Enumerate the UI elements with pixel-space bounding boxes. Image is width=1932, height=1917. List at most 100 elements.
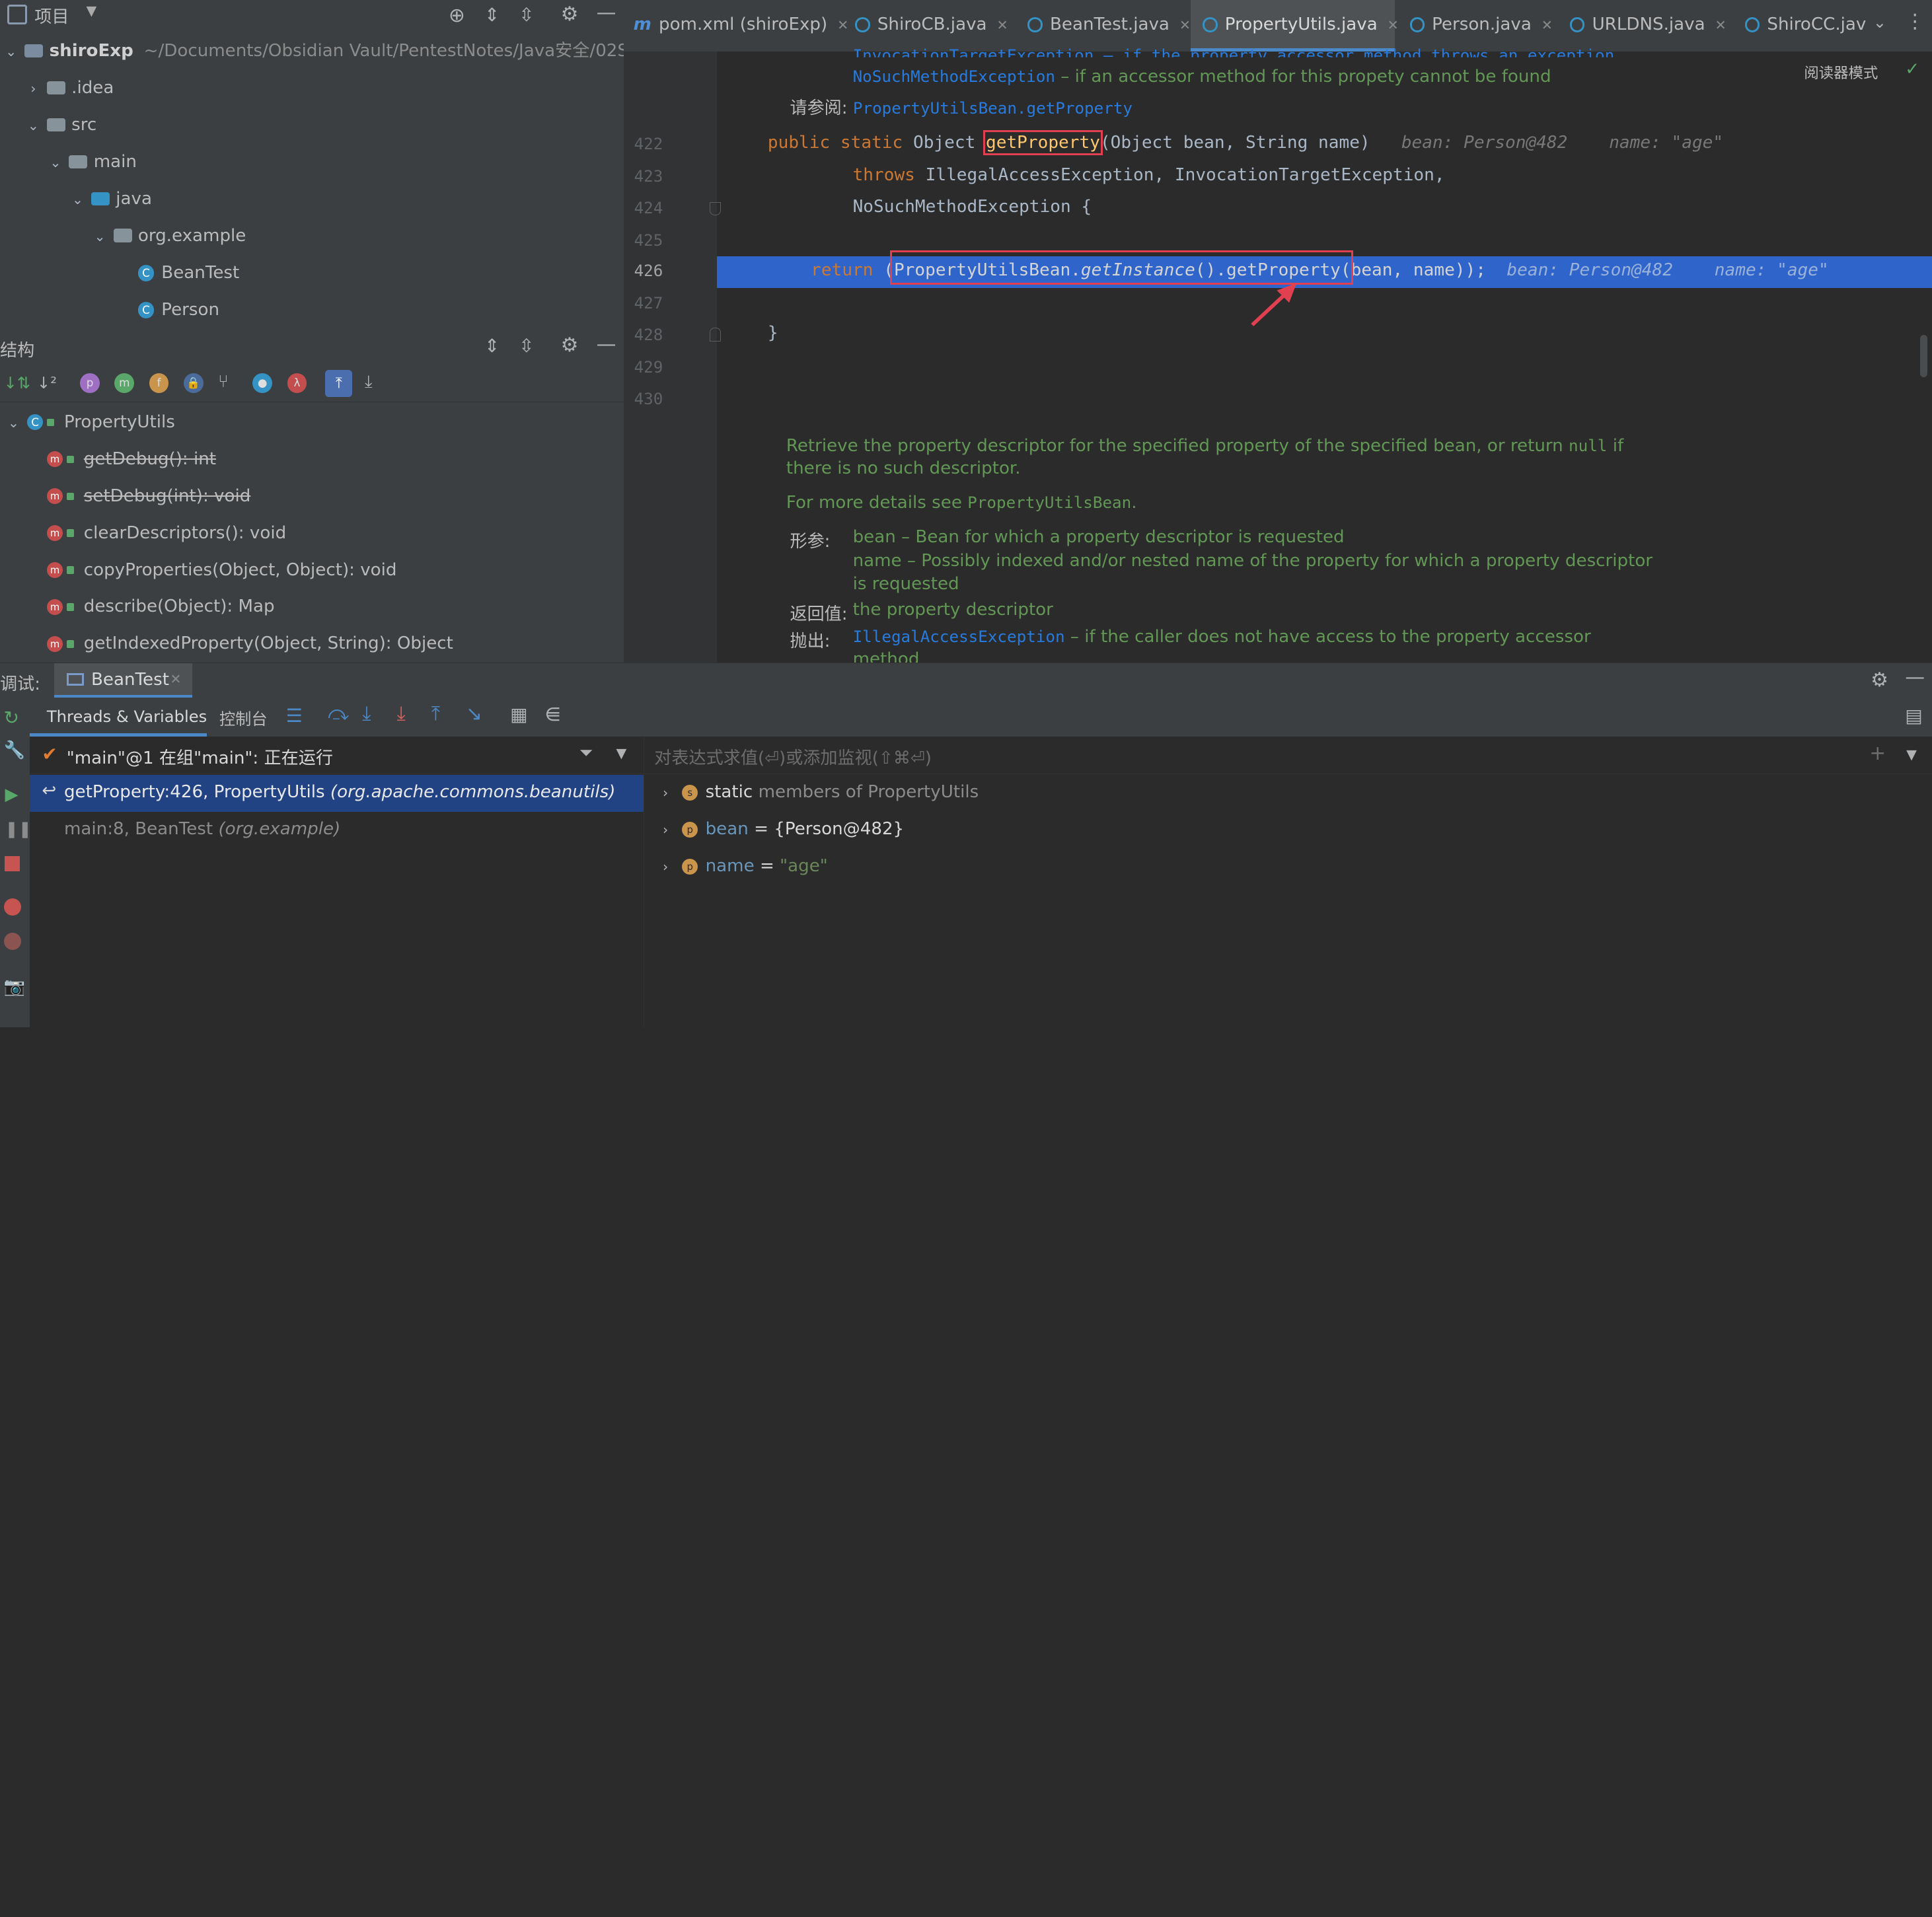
variable-row[interactable]: › p name = "age" [659,856,828,876]
fold-icon[interactable] [710,328,722,342]
show-non-public-icon[interactable]: 🔒 [183,373,204,393]
camera-icon[interactable]: 📷 [4,977,26,997]
chevron-down-icon[interactable]: ⌄ [1873,13,1886,32]
show-properties-icon[interactable]: p [80,373,100,393]
gear-icon[interactable]: ⚙ [561,334,579,357]
close-icon[interactable]: ✕ [1542,17,1553,33]
stop-icon[interactable] [5,856,20,871]
tab-person[interactable]: Person.java ✕ [1409,0,1553,50]
variable-row[interactable]: › s static members of PropertyUtils [659,782,979,802]
hide-panel-icon[interactable]: — [1905,666,1925,689]
tab-urldns[interactable]: URLDNS.java ✕ [1570,0,1727,50]
tab-console[interactable]: 控制台 [219,706,268,729]
close-icon[interactable]: ✕ [837,17,848,33]
reader-mode-button[interactable]: 阅读器模式 [1804,61,1878,83]
frame-item[interactable]: getProperty:426, PropertyUtils (org.apac… [64,782,615,802]
doc-returns: the property descriptor [852,600,1053,620]
frame-item[interactable]: main:8, BeanTest (org.example) [64,819,340,839]
pause-icon[interactable]: ❚❚ [5,819,32,838]
tree-item-beantest[interactable]: C BeanTest [137,255,239,292]
evaluate-table-icon[interactable]: ▦ [510,704,527,725]
doc-link[interactable]: PropertyUtilsBean [967,493,1131,512]
hide-panel-icon[interactable]: — [597,333,616,356]
structure-method[interactable]: m clearDescriptors(): void [46,515,286,552]
structure-method[interactable]: m getIndexedProperty(Object, String): Obj… [46,626,453,663]
show-fields-icon[interactable]: f [149,373,169,393]
fold-icon[interactable] [710,201,722,216]
chevron-down-icon[interactable]: ▼ [87,3,97,18]
expand-all-icon[interactable]: ⇕ [484,4,500,26]
chevron-right-icon[interactable]: › [659,859,672,875]
add-watch-icon[interactable]: + [1869,742,1886,765]
tab-pom[interactable]: m pom.xml (shiroExp) ✕ [634,0,849,50]
collapse-all-icon[interactable]: ⇳ [519,4,534,26]
close-icon[interactable]: ✕ [1715,17,1726,33]
collapse-all-icon[interactable]: ⇳ [519,335,534,357]
tab-beantest[interactable]: BeanTest.java ✕ [1027,0,1191,50]
chevron-right-icon[interactable]: › [659,785,672,801]
variable-value: members of PropertyUtils [753,782,979,803]
show-lambdas-icon[interactable]: λ [287,373,307,393]
tree-item-src[interactable]: ⌄ src [24,107,97,144]
tree-item-java[interactable]: ⌄ java [69,181,152,218]
hierarchy-icon[interactable]: ⑂ [218,372,229,392]
sort-by-visibility-icon[interactable]: ↓⇅ [4,373,31,392]
project-panel: 项目 ▼ ⊕ ⇕ ⇳ ⚙ — ⌄ shiroExp ~/Documents/Obs… [0,0,679,330]
close-icon[interactable]: ✕ [170,671,181,687]
tree-item-idea[interactable]: › .idea [24,70,114,107]
expand-all-icon[interactable]: ⇕ [484,335,500,357]
filter-icon[interactable]: ⏷ [579,743,593,764]
chevron-right-icon[interactable]: › [659,822,672,838]
tab-propertyutils[interactable]: PropertyUtils.java ✕ [1203,0,1399,50]
evaluate-input[interactable]: 对表达式求值(⏎)或添加监视(⇧⌘⏎) [654,744,932,769]
doc-link[interactable]: PropertyUtilsBean.getProperty [853,98,1133,118]
menu-icon[interactable]: ☰ [286,705,303,727]
run-to-cursor-icon[interactable]: ↘ [466,702,482,725]
doc-link[interactable]: NoSuchMethodException [853,67,1055,86]
hide-panel-icon[interactable]: — [597,1,616,24]
tree-item-package[interactable]: ⌄ org.example [91,218,246,255]
close-icon[interactable]: ✕ [1388,17,1399,33]
autoscroll-from-source-icon[interactable]: ⤓ [365,372,373,392]
editor-scrollbar[interactable] [1919,335,1927,377]
gear-icon[interactable]: ⚙ [561,3,579,26]
structure-method[interactable]: m copyProperties(Object, Object): void [46,552,396,589]
step-out-icon[interactable]: ⤒ [431,702,440,725]
sort-alpha-icon[interactable]: ↓² [37,373,57,392]
chevron-down-icon[interactable]: ▼ [616,745,626,761]
force-step-into-icon[interactable]: ⤓ [397,702,406,725]
tree-item-main[interactable]: ⌄ main [47,144,137,181]
step-into-icon[interactable]: ⤓ [362,702,371,725]
mute-breakpoints-icon[interactable] [3,932,21,950]
structure-method[interactable]: m setDebug(int): void [46,478,250,515]
show-anonymous-icon[interactable]: ● [252,373,273,393]
rerun-icon[interactable]: ↻ [4,707,19,729]
locate-icon[interactable]: ⊕ [449,4,465,27]
autoscroll-to-source-icon[interactable]: ⤒ [325,369,353,397]
tree-item-person[interactable]: C Person [137,292,219,329]
layout-icon[interactable]: ▤ [1905,705,1922,727]
structure-method[interactable]: m describe(Object): Map [46,589,275,626]
chevron-down-icon[interactable]: ▼ [1906,746,1917,762]
tab-shirocc[interactable]: ShiroCC.jav [1744,0,1866,50]
modify-config-icon[interactable]: 🔧 [4,741,26,760]
trace-icon[interactable]: ⋹ [544,704,560,725]
step-over-icon[interactable]: ⤼ [328,702,349,725]
more-icon[interactable]: ⋮ [1905,10,1925,33]
root-name: shiroExp [49,41,133,61]
close-icon[interactable]: ✕ [996,17,1008,33]
thread-status[interactable]: "main"@1 在组"main": 正在运行 [67,744,333,769]
variable-row[interactable]: › p bean = {Person@482} [659,819,904,839]
doc-text: – if an accessor method for this propety… [1055,66,1551,87]
tab-shirocb[interactable]: ShiroCB.java ✕ [855,0,1008,50]
structure-class[interactable]: ⌄ C PropertyUtils [5,404,175,441]
show-inherited-icon[interactable]: m [114,373,135,393]
resume-icon[interactable]: ▶ [5,785,18,805]
structure-method[interactable]: m getDebug(): int [46,441,216,478]
close-icon[interactable]: ✕ [1179,17,1191,33]
tree-item-root[interactable]: ⌄ shiroExp ~/Documents/Obsidian Vault/Pen… [3,33,679,70]
view-breakpoints-icon[interactable] [3,898,21,916]
tab-threads-variables[interactable]: Threads & Variables [47,707,207,726]
gear-icon[interactable]: ⚙ [1871,669,1888,692]
doc-link[interactable]: IllegalAccessException [853,627,1065,646]
